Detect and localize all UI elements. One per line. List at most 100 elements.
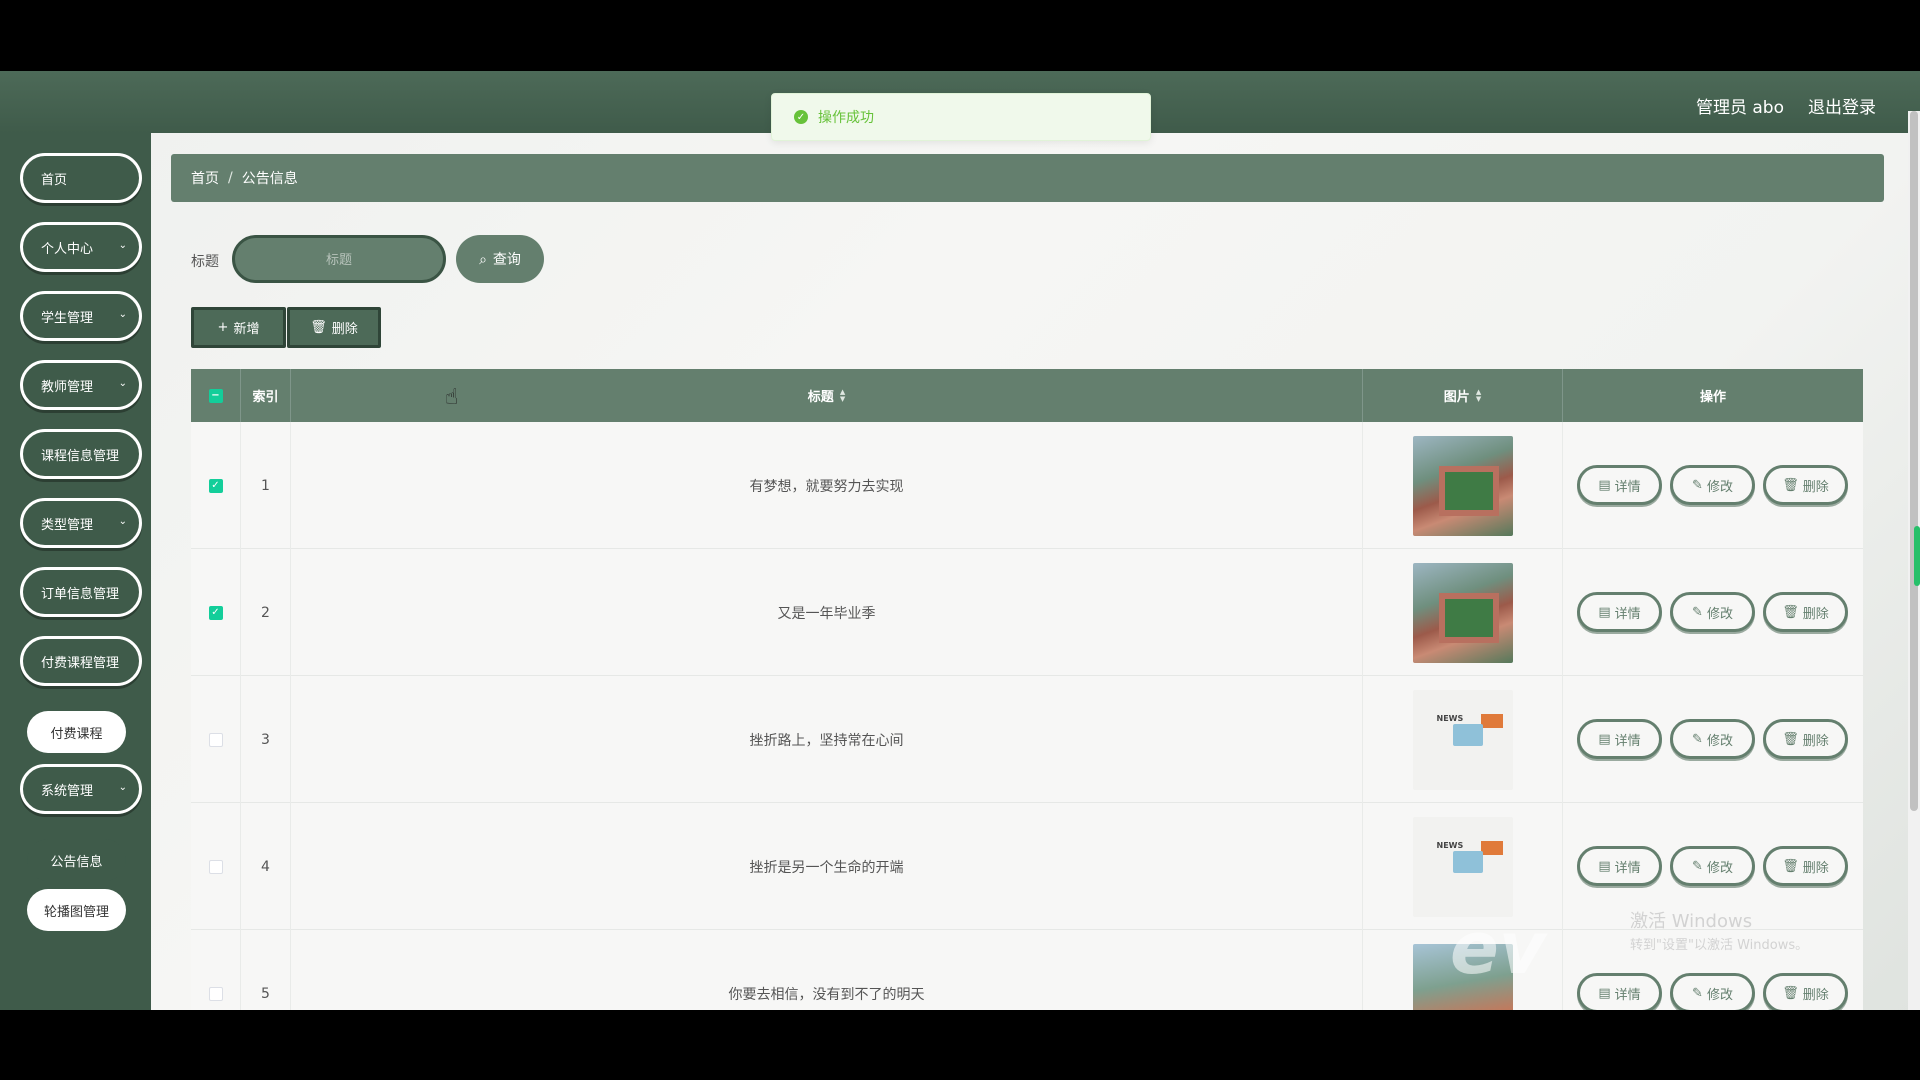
row-checkbox[interactable]: ✓ <box>208 478 223 493</box>
detail-label: 详情 <box>1614 733 1641 749</box>
detail-button[interactable]: ▤ 详情 <box>1577 592 1662 632</box>
sidebar-item-teacher-management[interactable]: 教师管理 ⌄ <box>20 360 142 410</box>
edit-button[interactable]: ✎ 修改 <box>1670 846 1755 886</box>
pencil-icon: ✎ <box>1692 985 1703 1001</box>
row-ops-cell: ▤ 详情 ✎ 修改 🗑 删除 <box>1563 549 1863 676</box>
title-search-input[interactable] <box>232 235 446 283</box>
detail-button[interactable]: ▤ 详情 <box>1577 973 1662 1010</box>
detail-label: 详情 <box>1614 987 1641 1003</box>
breadcrumb-home[interactable]: 首页 <box>191 168 219 188</box>
header-ops: 操作 <box>1563 369 1863 422</box>
row-image-cell <box>1363 676 1563 803</box>
sidebar-item-label: 课程信息管理 <box>41 448 120 464</box>
sidebar-item-type-management[interactable]: 类型管理 ⌄ <box>20 498 142 548</box>
sidebar-item-label: 订单信息管理 <box>41 586 120 602</box>
row-checkbox[interactable] <box>208 732 223 747</box>
news-thumbnail[interactable] <box>1412 816 1513 917</box>
header-image-label: 图片 <box>1443 390 1470 405</box>
watermark-line1: 激活 Windows <box>1630 911 1753 932</box>
query-button-label: 查询 <box>492 251 521 267</box>
row-title: 你要去相信，没有到不了的明天 <box>291 930 1363 1010</box>
delete-button[interactable]: 🗑 删除 <box>1763 719 1848 759</box>
document-icon: ▤ <box>1598 477 1611 493</box>
detail-button[interactable]: ▤ 详情 <box>1577 465 1662 505</box>
delete-label: 删除 <box>1802 479 1829 495</box>
sidebar-subitem-carousel[interactable]: 轮播图管理 <box>27 889 126 931</box>
edit-button[interactable]: ✎ 修改 <box>1670 973 1755 1010</box>
row-index: 4 <box>241 803 291 930</box>
logout-link[interactable]: 退出登录 <box>1808 93 1876 118</box>
sidebar-subitem-label: 付费课程 <box>50 726 103 742</box>
news-thumbnail[interactable] <box>1412 689 1513 790</box>
edit-button[interactable]: ✎ 修改 <box>1670 465 1755 505</box>
sidebar-subitem-paid-course[interactable]: 付费课程 <box>27 711 126 753</box>
trash-icon: 🗑 <box>1782 985 1799 1001</box>
batch-delete-label: 删除 <box>331 322 358 337</box>
batch-delete-button[interactable]: 🗑 删除 <box>287 307 381 348</box>
table-row: ✓ 1 有梦想，就要努力去实现 ▤ 详情 ✎ 修改 🗑 删除 <box>191 422 1863 549</box>
sidebar-subitem-label: 轮播图管理 <box>43 904 109 920</box>
row-title: 挫折路上，坚持常在心间 <box>291 676 1363 803</box>
row-checkbox[interactable] <box>208 859 223 874</box>
plus-icon: + <box>217 320 229 335</box>
edit-label: 修改 <box>1706 479 1733 495</box>
sidebar-item-label: 学生管理 <box>41 310 94 326</box>
breadcrumb-current: 公告信息 <box>241 171 298 187</box>
row-select-cell <box>191 676 241 803</box>
sidebar-item-label: 个人中心 <box>41 241 94 257</box>
delete-button[interactable]: 🗑 删除 <box>1763 592 1848 632</box>
table-row: 4 挫折是另一个生命的开端 ▤详情 ✎修改 🗑删除 <box>191 803 1863 930</box>
sidebar-item-label: 教师管理 <box>41 379 94 395</box>
edit-label: 修改 <box>1706 733 1733 749</box>
sidebar-item-personal-center[interactable]: 个人中心 ⌄ <box>20 222 142 272</box>
edit-button[interactable]: ✎ 修改 <box>1670 719 1755 759</box>
edit-button[interactable]: ✎ 修改 <box>1670 592 1755 632</box>
user-area: 管理员 abo 退出登录 <box>1696 93 1876 118</box>
row-checkbox[interactable] <box>208 986 223 1001</box>
row-select-cell <box>191 930 241 1010</box>
sidebar-item-label: 系统管理 <box>41 783 94 799</box>
sidebar-item-student-management[interactable]: 学生管理 ⌄ <box>20 291 142 341</box>
chevron-down-icon: ⌄ <box>118 240 127 251</box>
sidebar-item-paid-course-management[interactable]: 付费课程管理 <box>20 636 142 686</box>
sort-icon[interactable]: ▲ ▼ <box>840 388 845 403</box>
app-window: 管理员 abo 退出登录 ✓ 操作成功 首页 个人中心 ⌄ 学生管理 ⌄ 教师管… <box>0 71 1920 1010</box>
campus-thumbnail[interactable] <box>1412 435 1513 536</box>
delete-button[interactable]: 🗑 删除 <box>1763 465 1848 505</box>
row-title: 又是一年毕业季 <box>291 549 1363 676</box>
sidebar-item-system-management[interactable]: 系统管理 ⌄ <box>20 764 142 814</box>
pencil-icon: ✎ <box>1692 477 1703 493</box>
campus-thumbnail[interactable] <box>1412 562 1513 663</box>
row-title: 挫折是另一个生命的开端 <box>291 803 1363 930</box>
row-index: 2 <box>241 549 291 676</box>
detail-label: 详情 <box>1614 479 1641 495</box>
add-button[interactable]: + 新增 <box>191 307 286 348</box>
delete-button[interactable]: 🗑 删除 <box>1763 846 1848 886</box>
delete-button[interactable]: 🗑 删除 <box>1763 973 1848 1010</box>
sidebar-item-course-info[interactable]: 课程信息管理 <box>20 429 142 479</box>
header-image[interactable]: 图片 ▲ ▼ <box>1363 369 1563 422</box>
sidebar-item-home[interactable]: 首页 <box>20 153 142 203</box>
pencil-icon: ✎ <box>1692 604 1703 620</box>
row-image-cell <box>1363 422 1563 549</box>
document-icon: ▤ <box>1598 858 1611 874</box>
sidebar-item-label: 类型管理 <box>41 517 94 533</box>
add-button-label: 新增 <box>233 322 260 337</box>
sidebar-item-order-info[interactable]: 订单信息管理 <box>20 567 142 617</box>
header-select-all[interactable]: − <box>191 369 241 422</box>
sidebar-subitem-announcements[interactable]: 公告信息 <box>27 839 126 881</box>
trash-icon: 🗑 <box>1782 477 1799 493</box>
row-select-cell <box>191 803 241 930</box>
query-button[interactable]: ⌕ 查询 <box>456 235 544 283</box>
row-image-cell <box>1363 549 1563 676</box>
row-index: 5 <box>241 930 291 1010</box>
delete-label: 删除 <box>1802 860 1829 876</box>
sort-icon[interactable]: ▲ ▼ <box>1476 388 1481 403</box>
select-all-checkbox[interactable]: − <box>208 388 223 403</box>
delete-label: 删除 <box>1802 606 1829 622</box>
row-checkbox[interactable]: ✓ <box>208 605 223 620</box>
delete-label: 删除 <box>1802 733 1829 749</box>
scrollbar-thumb[interactable] <box>1910 111 1918 811</box>
detail-button[interactable]: ▤ 详情 <box>1577 719 1662 759</box>
detail-button[interactable]: ▤ 详情 <box>1577 846 1662 886</box>
